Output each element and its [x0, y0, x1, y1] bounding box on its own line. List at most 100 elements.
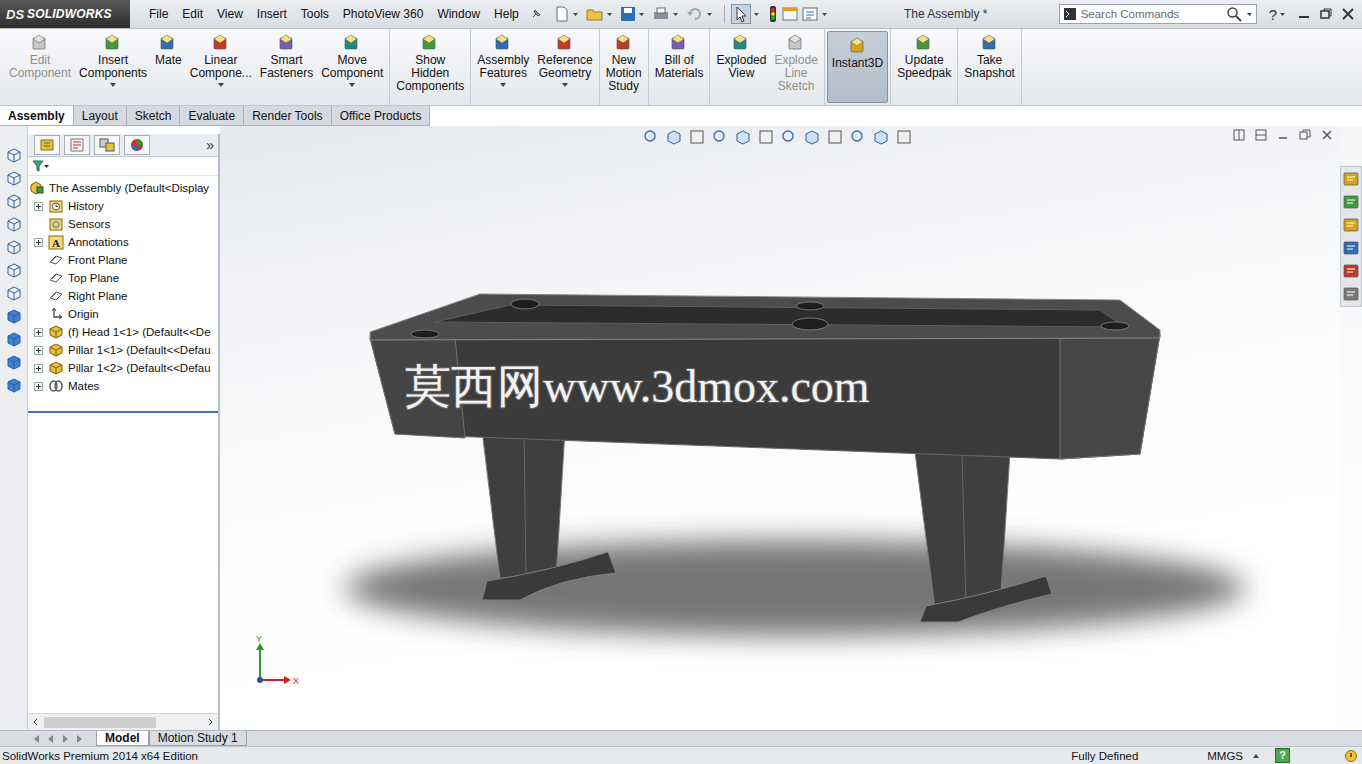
- select-arrow-icon[interactable]: [731, 4, 751, 24]
- dropdown-arrow-icon[interactable]: [348, 82, 356, 88]
- expand-panel-button[interactable]: »: [206, 137, 216, 153]
- tile-icon[interactable]: [1232, 128, 1246, 142]
- menu-item[interactable]: PhotoView 360: [336, 5, 431, 23]
- dropdown-arrow-icon[interactable]: [499, 82, 507, 88]
- ribbon-button[interactable]: Bill ofMaterials: [651, 29, 708, 105]
- dropdown-icon[interactable]: [753, 6, 760, 22]
- tree-item[interactable]: Mates: [28, 377, 218, 395]
- ribbon-button[interactable]: ShowHiddenComponents: [392, 29, 468, 105]
- minimize-icon[interactable]: [1276, 128, 1290, 142]
- view-cube-icon[interactable]: [5, 307, 23, 325]
- task-pane-icon[interactable]: [1342, 239, 1360, 257]
- view-tool-icon[interactable]: [688, 128, 706, 146]
- dropdown-icon[interactable]: [1279, 6, 1286, 22]
- logo[interactable]: DSSOLIDWORKS: [0, 0, 130, 28]
- tree-item[interactable]: History: [28, 197, 218, 215]
- dropdown-icon[interactable]: [1246, 6, 1253, 22]
- view-cube-icon[interactable]: [5, 215, 23, 233]
- horizontal-scrollbar[interactable]: [28, 713, 218, 730]
- tree-item[interactable]: Origin: [28, 305, 218, 323]
- open-folder-icon[interactable]: [586, 6, 604, 22]
- command-tab[interactable]: Office Products: [332, 106, 431, 125]
- command-tab[interactable]: Render Tools: [244, 106, 332, 125]
- view-cube-icon[interactable]: [5, 284, 23, 302]
- task-pane-icon[interactable]: [1342, 193, 1360, 211]
- menu-item[interactable]: Help: [487, 5, 526, 23]
- menu-item[interactable]: Insert: [250, 5, 294, 23]
- view-tool-icon[interactable]: [734, 128, 752, 146]
- view-tool-icon[interactable]: [665, 128, 683, 146]
- view-cube-icon[interactable]: [5, 376, 23, 394]
- ribbon-button[interactable]: NewMotionStudy: [602, 29, 646, 105]
- ribbon-button[interactable]: UpdateSpeedpak: [893, 29, 955, 105]
- dropdown-icon[interactable]: [606, 6, 613, 22]
- print-icon[interactable]: [652, 6, 670, 22]
- configuration-manager-icon[interactable]: [94, 135, 120, 155]
- task-pane-icon[interactable]: [1342, 216, 1360, 234]
- units-selector[interactable]: MMGS: [1207, 750, 1251, 762]
- view-tool-icon[interactable]: [803, 128, 821, 146]
- view-tool-icon[interactable]: [849, 128, 867, 146]
- tab-scroll-icon[interactable]: [44, 733, 58, 745]
- expand-plus-icon[interactable]: [34, 202, 43, 211]
- ribbon-button[interactable]: TakeSnapshot: [960, 29, 1019, 105]
- view-cube-icon[interactable]: [5, 238, 23, 256]
- expand-plus-icon[interactable]: [34, 238, 43, 247]
- help-button[interactable]: ?: [1265, 6, 1279, 23]
- restore-icon[interactable]: [1318, 6, 1334, 22]
- tree-item[interactable]: Sensors: [28, 215, 218, 233]
- task-pane-icon[interactable]: [1342, 285, 1360, 303]
- search-box[interactable]: Search Commands: [1059, 4, 1257, 24]
- dropdown-icon[interactable]: [706, 6, 713, 22]
- view-cube-icon[interactable]: [5, 146, 23, 164]
- expand-plus-icon[interactable]: [34, 346, 43, 355]
- menu-item[interactable]: File: [142, 5, 175, 23]
- menu-item[interactable]: Window: [430, 5, 487, 23]
- tab-scroll-icon[interactable]: [58, 733, 72, 745]
- scroll-thumb[interactable]: [44, 717, 156, 728]
- task-pane-icon[interactable]: [1342, 170, 1360, 188]
- new-document-icon[interactable]: [554, 6, 570, 22]
- tab-scroll-icon[interactable]: [30, 733, 44, 745]
- tree-item[interactable]: (f) Head 1<1> (Default<<De: [28, 323, 218, 341]
- ribbon-button[interactable]: LinearCompone...: [186, 29, 256, 105]
- view-tool-icon[interactable]: [642, 128, 660, 146]
- ribbon-button[interactable]: SmartFasteners: [256, 29, 317, 105]
- scroll-right-icon[interactable]: [205, 717, 215, 727]
- view-tool-icon[interactable]: [711, 128, 729, 146]
- undo-icon[interactable]: [686, 6, 704, 22]
- scroll-left-icon[interactable]: [31, 717, 41, 727]
- property-manager-icon[interactable]: [64, 135, 90, 155]
- view-tool-icon[interactable]: [780, 128, 798, 146]
- close-icon[interactable]: [1340, 6, 1356, 22]
- rebuild-icon[interactable]: [1344, 749, 1358, 763]
- ribbon-button[interactable]: Instant3D: [827, 31, 888, 103]
- dropdown-arrow-icon[interactable]: [109, 82, 117, 88]
- tree-item[interactable]: The Assembly (Default<Display: [28, 179, 218, 197]
- command-tab[interactable]: Assembly: [0, 106, 74, 125]
- pool-table-model[interactable]: [220, 126, 1340, 730]
- display-manager-icon[interactable]: [124, 135, 150, 155]
- dropdown-icon[interactable]: [821, 6, 828, 22]
- dropdown-icon[interactable]: [672, 6, 679, 22]
- search-icon[interactable]: [1226, 6, 1242, 22]
- tile-horizontal-icon[interactable]: [1254, 128, 1268, 142]
- tab-scroll-icon[interactable]: [72, 733, 86, 745]
- dropdown-arrow-icon[interactable]: [217, 82, 225, 88]
- command-tab[interactable]: Sketch: [127, 106, 181, 125]
- filter-row[interactable]: [28, 157, 218, 176]
- expand-plus-icon[interactable]: [34, 328, 43, 337]
- model-tab[interactable]: Model: [96, 731, 149, 746]
- tree-item[interactable]: Front Plane: [28, 251, 218, 269]
- menu-item[interactable]: Edit: [175, 5, 210, 23]
- restore-icon[interactable]: [1298, 128, 1312, 142]
- view-tool-icon[interactable]: [757, 128, 775, 146]
- save-icon[interactable]: [620, 6, 636, 22]
- units-menu-icon[interactable]: [1251, 751, 1261, 761]
- file-properties-icon[interactable]: [781, 6, 799, 22]
- command-tab[interactable]: Layout: [74, 106, 127, 125]
- model-tab[interactable]: Motion Study 1: [149, 731, 247, 746]
- view-cube-icon[interactable]: [5, 261, 23, 279]
- ribbon-button[interactable]: ExplodedView: [712, 29, 770, 105]
- view-cube-icon[interactable]: [5, 330, 23, 348]
